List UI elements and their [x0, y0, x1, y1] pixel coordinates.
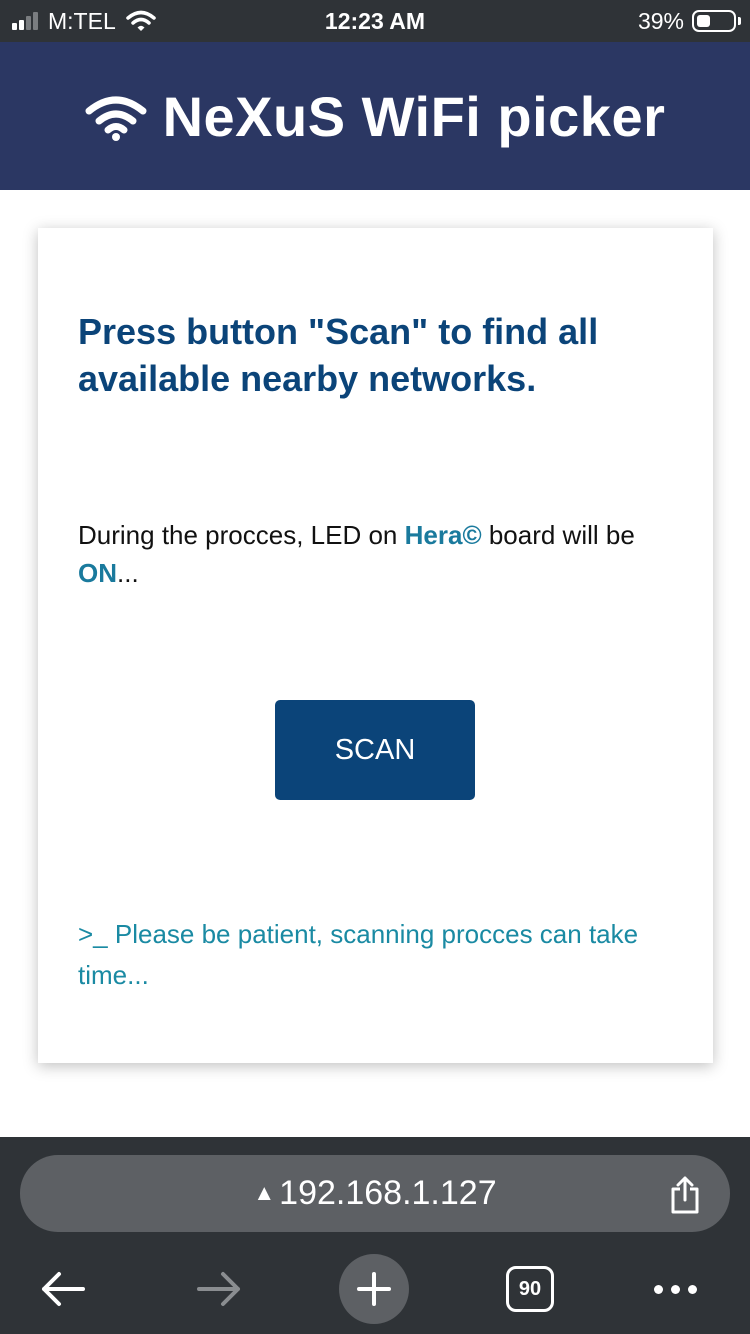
description-part2: board will be: [481, 520, 635, 550]
description-text: During the procces, LED on Hera© board w…: [78, 516, 688, 592]
back-button[interactable]: [28, 1249, 98, 1329]
forward-icon: [197, 1272, 240, 1306]
tabs-icon: 90: [506, 1266, 554, 1312]
share-icon[interactable]: [668, 1175, 702, 1215]
more-button[interactable]: [640, 1249, 710, 1329]
status-right: 39%: [637, 7, 741, 35]
tabs-button[interactable]: 90: [500, 1249, 560, 1329]
browser-nav: 90: [0, 1249, 750, 1329]
forward-button[interactable]: [184, 1249, 254, 1329]
address-bar[interactable]: ▲ 192.168.1.127: [20, 1155, 730, 1232]
description-part1: During the procces, LED on: [78, 520, 405, 550]
scan-button[interactable]: SCAN: [275, 700, 475, 800]
board-name: Hera©: [404, 520, 482, 550]
wifi-icon: [85, 96, 147, 141]
description-part3: ...: [117, 558, 139, 588]
led-state: ON: [78, 558, 117, 588]
card-heading: Press button "Scan" to find all availabl…: [78, 311, 599, 399]
new-tab-circle: [339, 1254, 409, 1324]
warning-icon: ▲: [253, 1180, 276, 1205]
battery-icon: [692, 10, 741, 32]
battery-percent: 39%: [637, 7, 684, 34]
url-text: 192.168.1.127: [279, 1174, 497, 1212]
plus-icon: [357, 1272, 391, 1306]
more-icon: [650, 1284, 701, 1294]
patience-note: >_ Please be patient, scanning procces c…: [78, 919, 639, 990]
back-icon: [42, 1272, 85, 1306]
status-bar: M:TEL 12:23 AM 39%: [0, 0, 750, 42]
browser-toolbar: ▲ 192.168.1.127 90: [0, 1137, 750, 1334]
new-tab-button[interactable]: [339, 1249, 409, 1329]
page-title: NeXuS WiFi picker: [162, 84, 666, 148]
scan-card: Press button "Scan" to find all availabl…: [38, 228, 713, 1063]
app-header: NeXuS WiFi picker: [0, 42, 750, 190]
url-display[interactable]: ▲ 192.168.1.127: [20, 1172, 730, 1214]
